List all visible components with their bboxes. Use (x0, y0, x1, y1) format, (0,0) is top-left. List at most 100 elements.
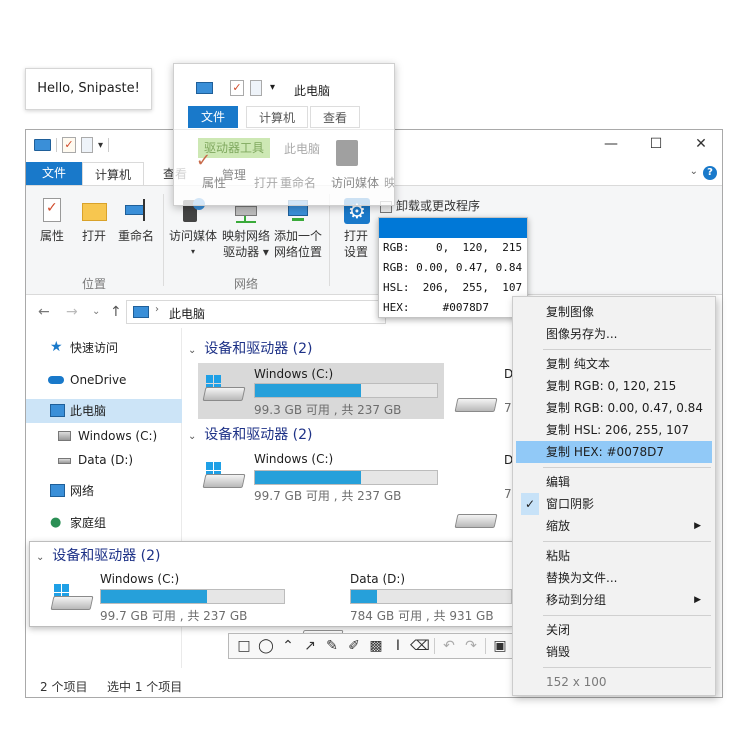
sidebar-item-quick-access[interactable]: ★ 快速访问 (26, 336, 182, 360)
chevron-down-icon: ⌄ (36, 552, 45, 563)
rename-button[interactable]: 重命名 (114, 196, 158, 244)
sidebar-item-this-pc[interactable]: 此电脑 (26, 399, 182, 423)
menu-window-shadow[interactable]: ✓ 窗口阴影 (513, 493, 713, 515)
map-drive-label-1: 映射网络 (221, 229, 270, 243)
properties-icon: ✓ (38, 196, 66, 224)
close-button[interactable]: ✕ (681, 136, 721, 152)
pinned-snip-ribbon[interactable]: ✓ ▾ 此电脑 文件 计算机 查看 驱动器工具 此电脑 ✓ 属性 管理 打开 重… (173, 63, 395, 206)
drive-group-header: ⌄ 设备和驱动器 (2) (36, 545, 161, 565)
menu-copy-hex[interactable]: 复制 HEX: #0078D7 (516, 441, 712, 463)
polyline-tool-icon[interactable]: ⌃ (277, 636, 299, 656)
folder-icon (80, 196, 108, 224)
chevron-down-icon: ⌄ (188, 431, 197, 442)
redo-icon[interactable]: ↷ (460, 636, 482, 656)
sidebar-item-windows-c[interactable]: Windows (C:) (26, 424, 182, 448)
menu-shadow-label: 窗口阴影 (546, 497, 595, 511)
snip-access-media: 访问媒体 (331, 176, 380, 190)
forward-button[interactable]: → (66, 304, 78, 320)
sidebar-item-homegroup[interactable]: ● 家庭组 (26, 511, 182, 535)
ellipse-tool-icon[interactable]: ◯ (255, 636, 277, 656)
group-title: 设备和驱动器 (2) (52, 548, 161, 564)
pencil-tool-icon[interactable]: ✎ (321, 636, 343, 656)
drive-usage-bar (254, 470, 438, 485)
up-button[interactable]: ↑ (110, 304, 122, 320)
drive-group-header[interactable]: ⌄ 设备和驱动器 (2) (188, 338, 313, 358)
back-button[interactable]: ← (38, 304, 50, 320)
check-icon: ✓ (196, 150, 212, 171)
drive-d-usage-bar (350, 589, 512, 604)
menu-paste[interactable]: 粘贴 (513, 545, 713, 567)
menu-edit[interactable]: 编辑 (513, 471, 713, 493)
menu-divider (543, 667, 711, 668)
menu-copy-rgb-float[interactable]: 复制 RGB: 0.00, 0.47, 0.84 (513, 397, 713, 419)
hex-value: HEX: #0078D7 (383, 301, 489, 314)
address-bar[interactable]: › 此电脑 (126, 300, 386, 324)
drive-usage-bar (254, 383, 438, 398)
sidebar-label: 网络 (70, 484, 95, 498)
customize-dropdown-icon: ▾ (270, 82, 276, 93)
menu-image-size: 152 x 100 (546, 675, 607, 689)
maximize-button[interactable]: ☐ (636, 136, 676, 152)
media-icon (336, 140, 358, 166)
marker-tool-icon[interactable]: ✐ (343, 636, 365, 656)
snip-tab-file: 文件 (188, 106, 238, 128)
tab-computer[interactable]: 计算机 (82, 162, 144, 186)
drive-d-space: 784 GB 可用 , 共 931 GB (350, 609, 494, 623)
new-folder-icon[interactable] (81, 137, 93, 153)
menu-copy-rgb[interactable]: 复制 RGB: 0, 120, 215 (513, 375, 713, 397)
mosaic-tool-icon[interactable]: ▩ (365, 636, 387, 656)
sidebar-label: OneDrive (70, 373, 127, 387)
menu-divider (543, 349, 711, 350)
snip-tab-computer: 计算机 (246, 106, 308, 128)
save-icon[interactable]: ▣ (489, 636, 511, 656)
sidebar-item-onedrive[interactable]: OneDrive (26, 368, 182, 392)
undo-icon[interactable]: ↶ (438, 636, 460, 656)
sidebar-item-network[interactable]: 网络 (26, 479, 182, 503)
tab-file[interactable]: 文件 (26, 162, 82, 185)
help-icon[interactable]: ? (703, 166, 717, 180)
menu-copy-text[interactable]: 复制 纯文本 (513, 353, 713, 375)
customize-dropdown-icon[interactable]: ▾ (98, 140, 103, 151)
rgb-value: RGB: 0, 120, 215 (383, 241, 523, 254)
color-swatch (379, 218, 527, 238)
uninstall-button[interactable]: 卸载或更改程序 (380, 198, 490, 214)
eraser-tool-icon[interactable]: ⌫ (409, 636, 431, 656)
cloud-icon (48, 376, 64, 384)
drive-item-c-selected[interactable]: Windows (C:) 99.3 GB 可用 , 共 237 GB (198, 363, 444, 419)
sidebar-item-data-d[interactable]: Data (D:) (26, 448, 182, 472)
text-tool-icon[interactable]: I (387, 636, 409, 656)
quick-access-toolbar: ✓ ▾ (34, 137, 110, 153)
computer-icon (50, 404, 65, 417)
checkmark-icon: ✓ (521, 493, 539, 515)
drive-c-name: Windows (C:) (100, 572, 180, 586)
computer-icon (133, 306, 149, 318)
windows-drive-icon (202, 462, 246, 492)
properties-button[interactable]: ✓ 属性 (34, 196, 70, 244)
group-location-label: 位置 (82, 277, 107, 291)
drive-group-header[interactable]: ⌄ 设备和驱动器 (2) (188, 424, 313, 444)
rectangle-tool-icon[interactable]: □ (233, 636, 255, 656)
drive-item-c[interactable]: Windows (C:) 99.7 GB 可用 , 共 237 GB (198, 450, 444, 506)
properties-icon[interactable]: ✓ (62, 137, 76, 153)
menu-zoom[interactable]: 缩放 ▶ (513, 515, 713, 537)
menu-copy-hsl[interactable]: 复制 HSL: 206, 255, 107 (513, 419, 713, 441)
open-button[interactable]: 打开 (78, 196, 110, 244)
access-media-label: 访问媒体 (168, 229, 217, 243)
recent-dropdown-icon[interactable]: ⌄ (92, 306, 100, 317)
menu-destroy[interactable]: 销毁 (513, 641, 713, 663)
menu-close[interactable]: 关闭 (513, 619, 713, 641)
network-icon (50, 484, 65, 497)
minimize-button[interactable]: — (591, 136, 631, 152)
hello-snip[interactable]: Hello, Snipaste! (25, 68, 152, 110)
snip-toolbar: □ ◯ ⌃ ↗ ✎ ✐ ▩ I ⌫ ↶ ↷ ▣ (228, 633, 528, 659)
arrow-tool-icon[interactable]: ↗ (299, 636, 321, 656)
snip-manage: 管理 (222, 168, 247, 182)
pinned-snip-drives[interactable]: ⌄ 设备和驱动器 (2) Windows (C:) 99.7 GB 可用 , 共… (29, 541, 513, 644)
menu-move-to-group[interactable]: 移动到分组 ▶ (513, 589, 713, 611)
menu-copy-image[interactable]: 复制图像 (513, 301, 713, 323)
chevron-down-icon[interactable]: ⌄ (690, 166, 698, 177)
menu-replace-file[interactable]: 替换为文件... (513, 567, 713, 589)
windows-drive-icon (202, 375, 246, 405)
menu-save-as[interactable]: 图像另存为... (513, 323, 713, 345)
properties-label: 属性 (39, 229, 64, 243)
